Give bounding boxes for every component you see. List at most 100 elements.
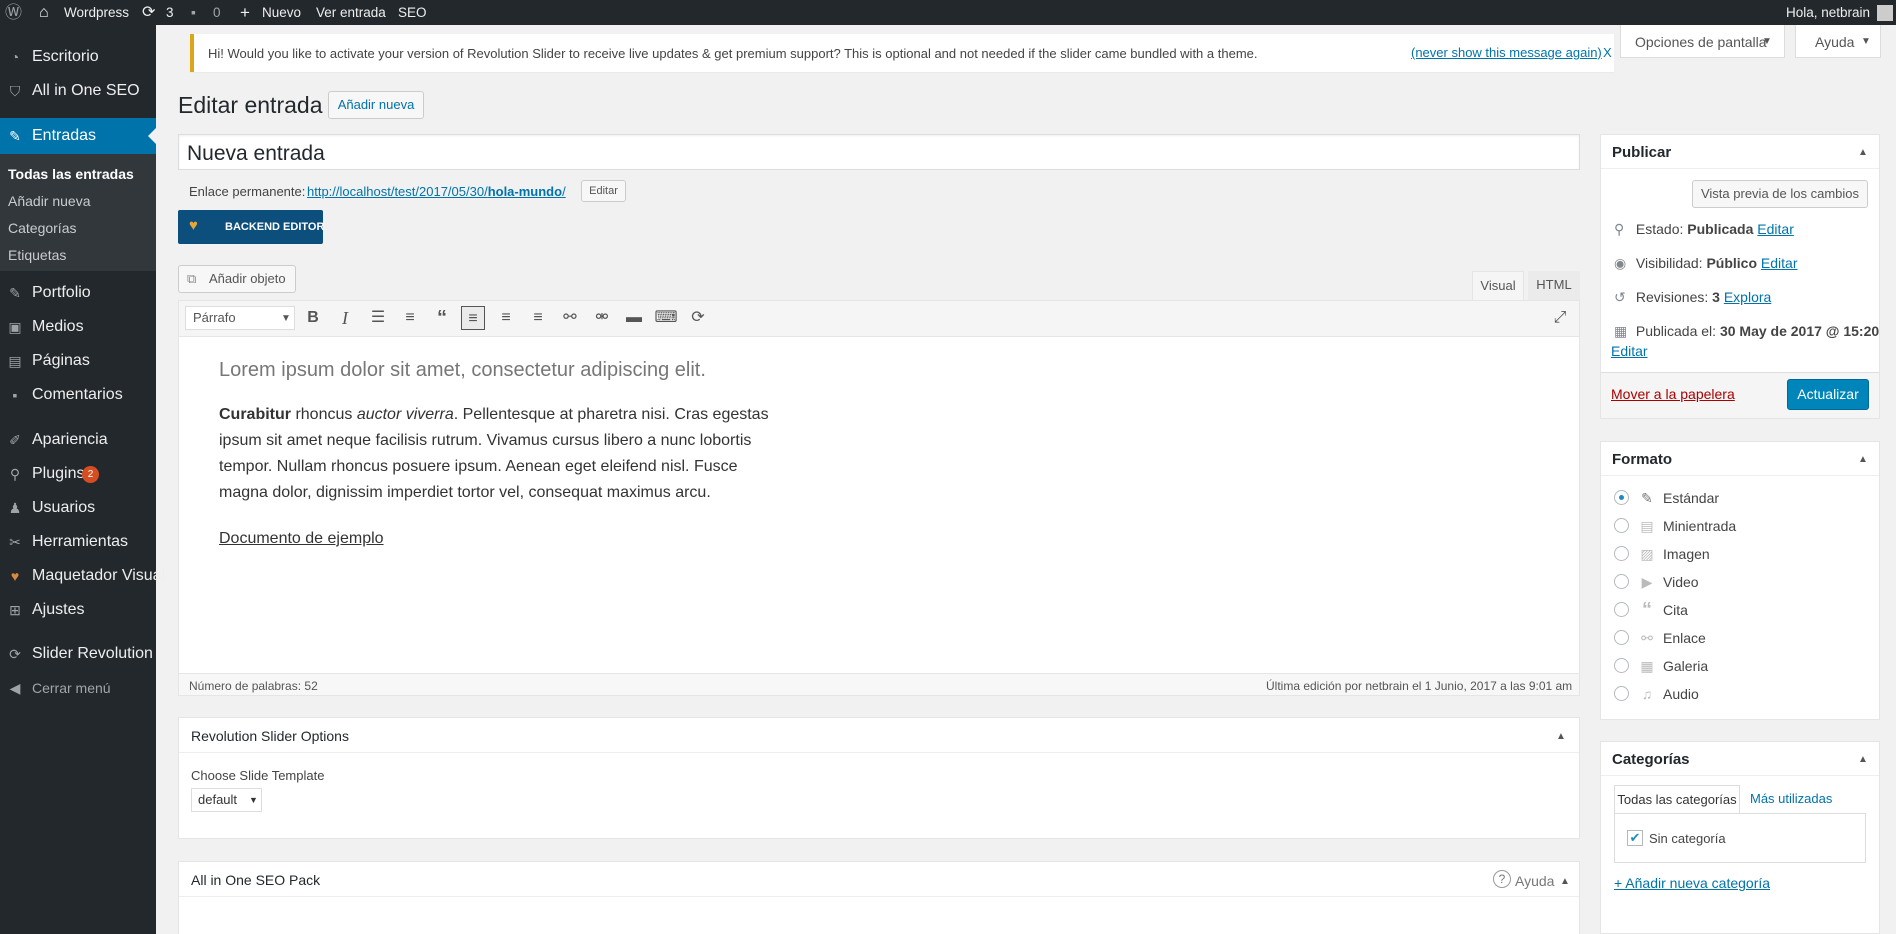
fullscreen-icon[interactable]: ⤢	[1548, 306, 1572, 330]
content-heading: Lorem ipsum dolor sit amet, consectetur …	[219, 359, 706, 381]
bold-button[interactable]: B	[301, 306, 325, 330]
sidebar-item-medios[interactable]: ▣ Medios	[0, 310, 156, 344]
home-icon[interactable]: ⌂	[39, 0, 49, 25]
account-greeting[interactable]: Hola, netbrain	[1786, 0, 1870, 25]
sidebar-item-slider-revolution[interactable]: ⟳ Slider Revolution	[0, 637, 156, 671]
chevron-up-icon[interactable]: ▲	[1858, 147, 1868, 158]
tab-visual[interactable]: Visual	[1472, 271, 1524, 300]
submenu-tags[interactable]: Etiquetas	[8, 247, 66, 263]
chevron-up-icon[interactable]: ▲	[1858, 754, 1868, 765]
slide-template-select[interactable]: default ▼	[191, 788, 262, 812]
blockquote-button[interactable]: “	[430, 306, 454, 330]
chevron-up-icon[interactable]: ▲	[1858, 454, 1868, 465]
browse-revisions-link[interactable]: Explora	[1724, 289, 1771, 305]
format-radio-imagen[interactable]	[1614, 546, 1629, 561]
sidebar-item-paginas[interactable]: ▤ Páginas	[0, 344, 156, 378]
tab-most-used[interactable]: Más utilizadas	[1750, 791, 1832, 806]
add-new-category-link[interactable]: + Añadir nueva categoría	[1614, 875, 1770, 891]
format-select[interactable]: Párrafo ▼	[185, 306, 295, 330]
plugins-update-badge: 2	[82, 466, 99, 483]
preview-changes-button[interactable]: Vista previa de los cambios	[1692, 180, 1868, 208]
aioseo-title: All in One SEO Pack	[191, 872, 321, 888]
sidebar-item-all-in-one-seo[interactable]: ⛉ All in One SEO	[0, 74, 156, 108]
edit-visibility-link[interactable]: Editar	[1761, 255, 1798, 271]
plus-icon[interactable]: +	[240, 0, 250, 25]
unlink-icon[interactable]: ⚮	[590, 306, 614, 330]
video-icon: ▶	[1641, 574, 1653, 590]
notice-dismiss-link[interactable]: (never show this message again)	[1411, 45, 1602, 60]
sidebar-item-comentarios[interactable]: ▪ Comentarios	[0, 378, 156, 412]
format-label-cita: Cita	[1663, 602, 1688, 618]
revslider-header[interactable]	[179, 718, 1579, 753]
format-radio-video[interactable]	[1614, 574, 1629, 589]
format-title: Formato	[1612, 451, 1672, 468]
help-icon[interactable]: ?	[1493, 870, 1511, 888]
add-media-button[interactable]: ⧉ Añadir objeto	[178, 265, 296, 293]
sidebar-item-maquetador-visual[interactable]: ♥ Maquetador Visual	[0, 559, 165, 593]
post-title-input[interactable]	[178, 134, 1580, 170]
submenu-all-posts[interactable]: Todas las entradas	[8, 166, 134, 182]
sidebar-item-apariencia[interactable]: ✐ Apariencia	[0, 423, 156, 457]
edit-permalink-button[interactable]: Editar	[581, 180, 626, 202]
wordpress-logo-icon[interactable]: Ⓦ	[5, 0, 22, 25]
sidebar-item-entradas-label[interactable]: ✎ Entradas	[0, 119, 156, 153]
editor-content[interactable]: Lorem ipsum dolor sit amet, consectetur …	[219, 359, 1559, 659]
updates-count[interactable]: 3	[166, 0, 174, 25]
comments-count[interactable]: 0	[213, 0, 221, 25]
tab-html[interactable]: HTML	[1528, 271, 1580, 300]
eye-icon: ◉	[1614, 255, 1627, 271]
revslider-title: Revolution Slider Options	[191, 728, 349, 744]
format-radio-minientrada[interactable]	[1614, 518, 1629, 533]
sidebar-item-portfolio[interactable]: ✎ Portfolio	[0, 276, 156, 310]
italic-button[interactable]: I	[333, 306, 357, 330]
sidebar-item-escritorio[interactable]: ◔ Escritorio	[0, 40, 156, 74]
audio-icon: ♫	[1641, 686, 1653, 702]
site-name-link[interactable]: Wordpress	[64, 0, 129, 25]
comments-icon[interactable]: ▪	[191, 0, 196, 25]
align-right-button[interactable]: ≡	[526, 306, 550, 330]
format-radio-galeria[interactable]	[1614, 658, 1629, 673]
sidebar-item-ajustes[interactable]: ⊞ Ajustes	[0, 593, 156, 627]
avatar[interactable]	[1877, 5, 1893, 21]
sidebar-item-plugins[interactable]: ⚲ Plugins 2	[0, 457, 156, 491]
sidebar-collapse-menu[interactable]: ◀ Cerrar menú	[0, 671, 156, 705]
aioseo-help-link[interactable]: Ayuda	[1515, 873, 1554, 889]
link-icon[interactable]: ⚯	[558, 306, 582, 330]
bullet-list-button[interactable]: ☰	[366, 306, 390, 330]
chevron-down-icon: ▼	[249, 795, 258, 805]
numbered-list-button[interactable]: ≡	[398, 306, 422, 330]
category-checkbox[interactable]: ✔	[1627, 830, 1643, 846]
tab-all-categories[interactable]: Todas las categorías	[1614, 785, 1740, 814]
update-button[interactable]: Actualizar	[1787, 379, 1869, 410]
chevron-up-icon[interactable]: ▲	[1560, 876, 1570, 887]
align-left-button[interactable]: ≡	[461, 306, 485, 330]
edit-status-link[interactable]: Editar	[1757, 221, 1794, 237]
edit-date-link[interactable]: Editar	[1611, 343, 1648, 359]
format-radio-estandar[interactable]	[1614, 490, 1629, 505]
aioseo-header[interactable]	[179, 862, 1579, 897]
add-new-post-button[interactable]: Añadir nueva	[328, 91, 424, 119]
refresh-icon[interactable]: ⟳	[686, 306, 710, 330]
read-more-icon[interactable]: ▬	[622, 306, 646, 330]
sidebar-item-herramientas[interactable]: ✂ Herramientas	[0, 525, 156, 559]
sidebar-item-usuarios[interactable]: ♟ Usuarios	[0, 491, 156, 525]
categories-title: Categorías	[1612, 751, 1690, 768]
seo-link[interactable]: SEO	[398, 0, 427, 25]
visual-composer-icon: ♥	[10, 568, 20, 584]
format-radio-enlace[interactable]	[1614, 630, 1629, 645]
permalink-url[interactable]: http://localhost/test/2017/05/30/hola-mu…	[307, 184, 566, 199]
keyboard-toolbar-icon[interactable]: ⌨	[654, 306, 678, 330]
chevron-up-icon[interactable]: ▲	[1556, 731, 1566, 742]
submenu-categories[interactable]: Categorías	[8, 220, 76, 236]
submenu-add-new[interactable]: Añadir nueva	[8, 193, 91, 209]
align-center-button[interactable]: ≡	[494, 306, 518, 330]
updates-icon[interactable]: ⟳	[142, 0, 155, 25]
new-content-link[interactable]: Nuevo	[262, 0, 301, 25]
notice-close-button[interactable]: X	[1603, 45, 1612, 60]
move-to-trash-link[interactable]: Mover a la papelera	[1611, 386, 1735, 402]
format-radio-cita[interactable]	[1614, 602, 1629, 617]
format-radio-audio[interactable]	[1614, 686, 1629, 701]
view-post-link[interactable]: Ver entrada	[316, 0, 386, 25]
format-label-audio: Audio	[1663, 686, 1699, 702]
content-link[interactable]: Documento de ejemplo	[219, 530, 384, 548]
